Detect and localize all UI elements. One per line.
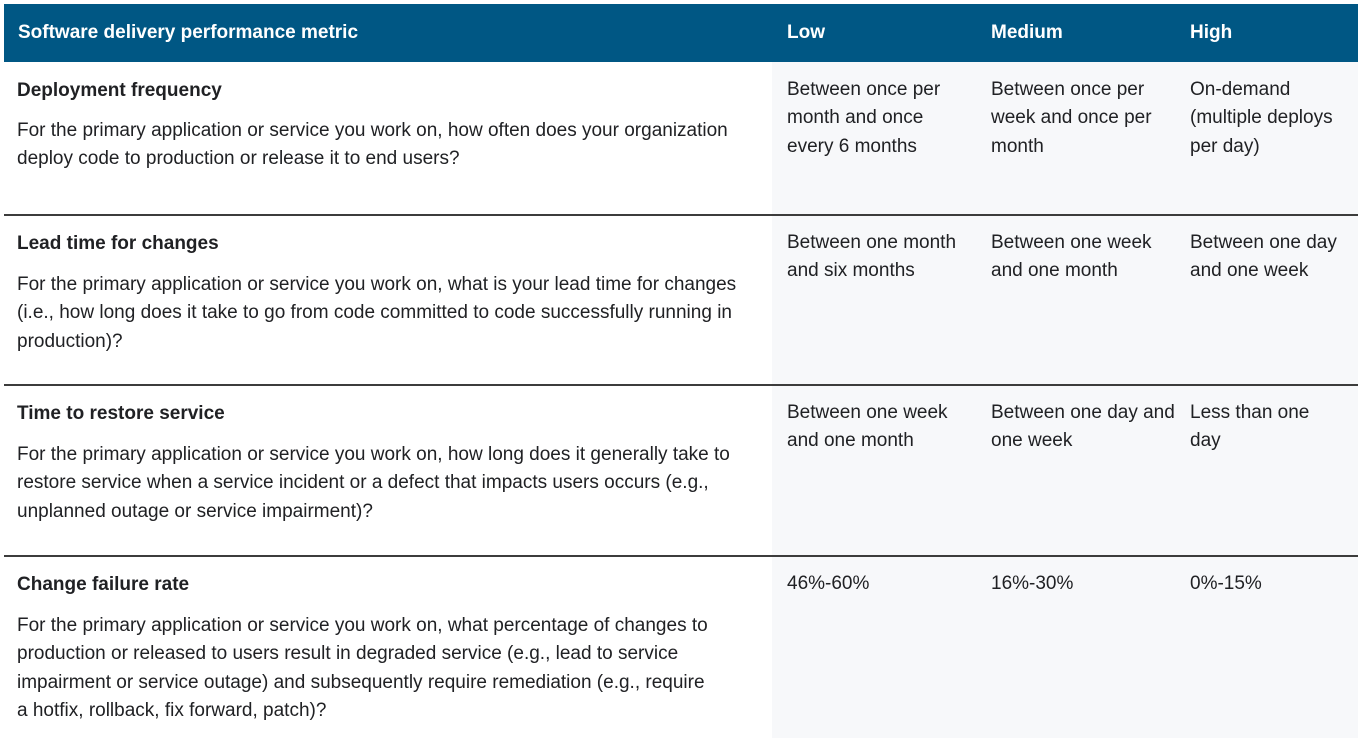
row-title: Change failure rate [17, 574, 190, 595]
row-value-low: Between once per month and once every 6 … [787, 79, 941, 157]
row-title: Lead time for changes [17, 233, 219, 254]
row-description: For the primary application or service y… [17, 615, 708, 721]
row-description: For the primary application or service y… [17, 274, 737, 352]
row-value-medium: Between once per week and once per month [991, 79, 1152, 157]
row-value-low: Between one week and one month [787, 402, 948, 452]
row-value-medium: 16%-30% [991, 573, 1074, 594]
row-divider [4, 214, 1358, 216]
row-value-high: Less than one day [1190, 402, 1310, 452]
row-title: Deployment frequency [17, 80, 222, 101]
header-low: Low [787, 22, 825, 43]
row-value-medium: Between one day and one week [991, 402, 1175, 452]
row-value-low: 46%-60% [787, 573, 870, 594]
row-divider [4, 384, 1358, 386]
row-value-medium: Between one week and one month [991, 232, 1152, 282]
row-title: Time to restore service [17, 403, 225, 424]
row-value-high: On-demand (multiple deploys per day) [1190, 79, 1333, 157]
row-value-high: Between one day and one week [1190, 232, 1337, 282]
metrics-table: Software delivery performance metric Low… [4, 4, 1358, 721]
row-description: For the primary application or service y… [17, 120, 728, 170]
row-description: For the primary application or service y… [17, 444, 730, 522]
row-divider [4, 555, 1358, 557]
header-high: High [1190, 22, 1233, 43]
row-value-high: 0%-15% [1190, 573, 1262, 594]
header-metric: Software delivery performance metric [18, 22, 359, 43]
table-header: Software delivery performance metric Low… [4, 4, 1358, 62]
header-medium: Medium [991, 22, 1063, 43]
row-value-low: Between one month and six months [787, 232, 957, 282]
